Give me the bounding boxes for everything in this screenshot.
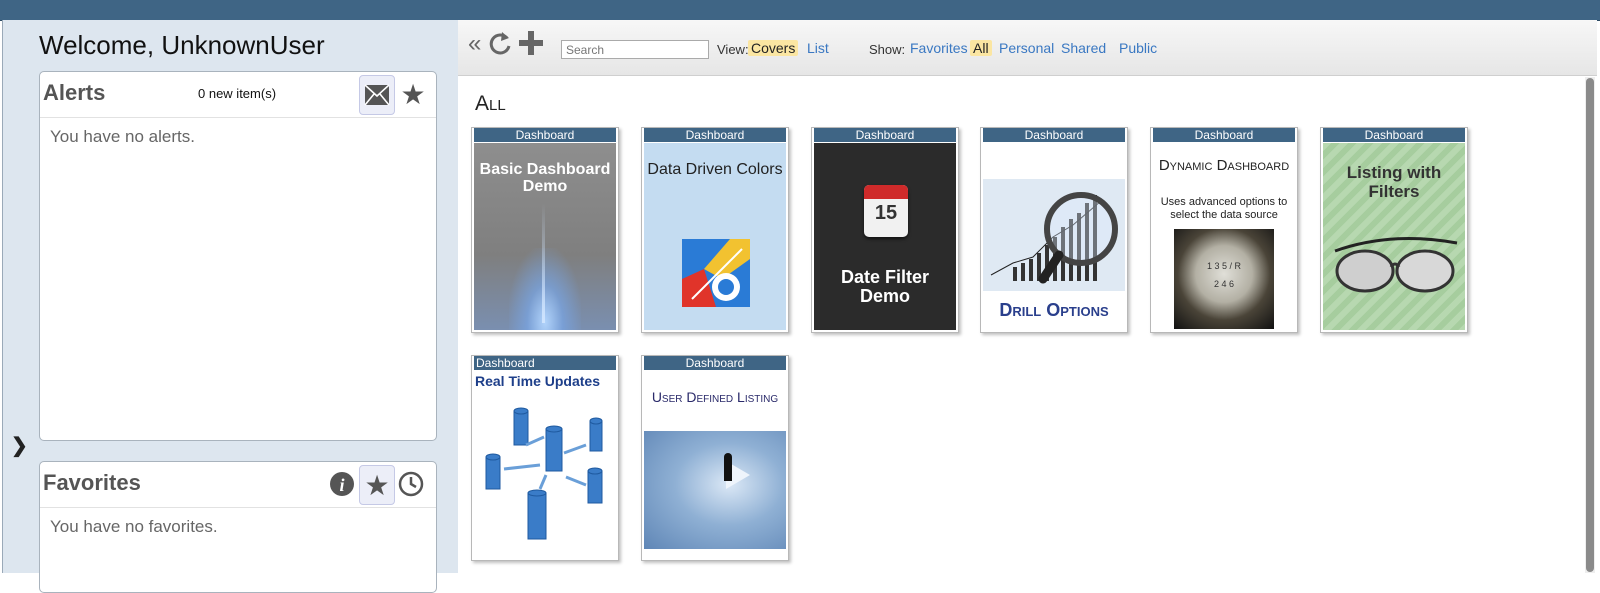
toolbar: « View: Covers List Show: Favorites All … [458,20,1597,76]
collapse-double-chevron-icon[interactable]: « [468,30,481,58]
add-icon[interactable] [518,30,544,61]
left-sidebar: Welcome, UnknownUser Alerts 0 new item(s… [3,20,456,593]
card-cover: 15 Date Filter Demo [814,143,956,330]
show-shared-link[interactable]: Shared [1058,40,1109,56]
dashboard-card-date-filter[interactable]: Dashboard 15 Date Filter Demo [811,127,959,333]
favorites-header: Favorites i ★ [40,462,436,508]
card-title: Dynamic Dashboard [1158,157,1290,174]
light-ray-graphic [542,203,545,323]
alerts-count: 0 new item(s) [198,86,277,101]
card-cover: Drill Options [983,143,1125,330]
card-cover: Real Time Updates [474,371,616,558]
card-title: Basic Dashboard Demo [479,161,611,195]
person-silhouette-graphic [724,453,732,481]
show-personal-link[interactable]: Personal [996,40,1057,56]
welcome-heading: Welcome, UnknownUser [39,30,325,60]
card-title: Real Time Updates [475,373,601,389]
card-cover: Basic Dashboard Demo [474,143,616,330]
card-title: Data Driven Colors [647,161,783,178]
vertical-scrollbar[interactable] [1585,77,1595,573]
chart-graphic [682,239,750,307]
card-cover: Dynamic Dashboard Uses advanced options … [1153,143,1295,330]
light-burst-graphic [509,248,581,330]
show-public-link[interactable]: Public [1116,40,1160,56]
chevron-right-icon[interactable]: ❯ [11,433,28,458]
dashboard-card-listing-filters[interactable]: Dashboard Listing with Filters [1320,127,1468,333]
dashboard-card-user-defined[interactable]: Dashboard User Defined Listing [641,355,789,561]
card-type-label: Dashboard [474,128,616,142]
card-title: User Defined Listing [651,389,779,405]
svg-text:i: i [339,475,344,495]
star-icon[interactable]: ★ [359,465,395,505]
card-subtitle: Uses advanced options to select the data… [1160,196,1288,221]
favorites-empty-message: You have no favorites. [50,517,218,536]
digital-tunnel-graphic [644,431,786,549]
clock-icon[interactable] [394,465,428,503]
show-label: Show: [869,42,906,57]
card-type-label: Dashboard [1323,128,1465,142]
gear-labels: 1 3 5 / R 2 4 6 [1206,261,1242,289]
dashboard-card-real-time[interactable]: Dashboard Real Time Updates [471,355,619,561]
top-header-bar [0,0,1600,21]
dashboard-card-drill[interactable]: Dashboard Drill Options [980,127,1128,333]
sunglasses-graphic [1334,237,1458,293]
view-label: View: [717,42,749,57]
card-title: Listing with Filters [1346,163,1442,201]
star-icon[interactable]: ★ [396,75,430,113]
view-covers-link[interactable]: Covers [748,40,799,56]
database-network-graphic [485,407,603,540]
card-cover: Listing with Filters [1323,143,1465,330]
card-type-label: Dashboard [983,128,1125,142]
scrollbar-thumb[interactable] [1586,78,1594,572]
card-type-label: Dashboard [814,128,956,142]
card-type-label: Dashboard [644,356,786,370]
section-title: All [475,92,506,115]
calendar-icon: 15 [864,185,908,237]
search-input[interactable] [561,40,709,59]
show-favorites-link[interactable]: Favorites [907,40,971,56]
calendar-day: 15 [874,202,898,224]
dashboard-card-basic[interactable]: Dashboard Basic Dashboard Demo [471,127,619,333]
card-cover: Data Driven Colors [644,143,786,330]
show-all-link[interactable]: All [970,40,992,56]
main-frame: Welcome, UnknownUser Alerts 0 new item(s… [2,20,1597,593]
dashboard-card-colors[interactable]: Dashboard Data Driven Colors [641,127,789,333]
magnified-chart-graphic [983,179,1125,291]
alerts-header: Alerts 0 new item(s) ★ [40,72,436,118]
alerts-empty-message: You have no alerts. [50,127,195,146]
content-pane: « View: Covers List Show: Favorites All … [458,20,1597,573]
card-type-label: Dashboard [474,356,616,370]
gear-shift-graphic: 1 3 5 / R 2 4 6 [1174,229,1274,329]
refresh-icon[interactable] [487,30,513,63]
card-title: Drill Options [999,300,1109,320]
view-list-link[interactable]: List [804,40,832,56]
dashboard-card-dynamic[interactable]: Dashboard Dynamic Dashboard Uses advance… [1150,127,1298,333]
alerts-title: Alerts [43,80,106,105]
favorites-panel: Favorites i ★ You have no favorites. [39,461,437,593]
envelope-icon[interactable] [359,75,395,115]
card-type-label: Dashboard [644,128,786,142]
card-title: Date Filter Demo [840,267,930,306]
alerts-panel: Alerts 0 new item(s) ★ You have no alert… [39,71,437,441]
card-type-label: Dashboard [1153,128,1295,142]
card-cover: User Defined Listing [644,371,786,558]
info-icon[interactable]: i [325,465,359,503]
favorites-title: Favorites [43,470,141,495]
